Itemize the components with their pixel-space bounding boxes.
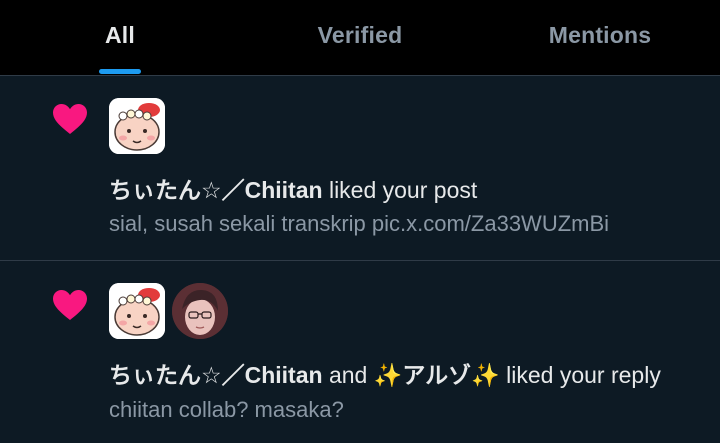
notification-tabs: All Verified Mentions bbox=[0, 0, 720, 76]
avatar-group bbox=[109, 283, 228, 339]
tab-label: Verified bbox=[317, 22, 403, 48]
tab-label: Mentions bbox=[548, 22, 652, 48]
tab-all[interactable]: All bbox=[0, 0, 240, 75]
tab-mentions[interactable]: Mentions bbox=[480, 0, 720, 75]
notification-item[interactable]: ちぃたん☆／Chiitan liked your post sial, susa… bbox=[0, 76, 720, 261]
avatar[interactable] bbox=[109, 283, 165, 339]
chiitan-avatar-image bbox=[109, 283, 165, 339]
avatar-group bbox=[109, 98, 165, 154]
user-name[interactable]: ちぃたん☆／Chiitan bbox=[109, 362, 323, 388]
avatar[interactable] bbox=[172, 283, 228, 339]
active-tab-indicator bbox=[99, 69, 141, 74]
avatar[interactable] bbox=[109, 98, 165, 154]
tab-label: All bbox=[105, 22, 135, 48]
notification-headline: ちぃたん☆／Chiitan and ✨アルゾ✨ liked your reply bbox=[109, 356, 661, 390]
notification-headline: ちぃたん☆／Chiitan liked your post bbox=[109, 171, 477, 205]
aruzo-avatar-image bbox=[172, 283, 228, 339]
user-name[interactable]: ちぃたん☆／Chiitan bbox=[109, 177, 323, 203]
action-text: liked your reply bbox=[499, 362, 661, 388]
reply-snippet[interactable]: chiitan collab? masaka? bbox=[109, 397, 344, 423]
heart-icon bbox=[53, 290, 87, 320]
tab-verified[interactable]: Verified bbox=[240, 0, 480, 75]
connector-text: and bbox=[322, 362, 374, 388]
user-name[interactable]: ✨アルゾ✨ bbox=[374, 362, 500, 388]
chiitan-avatar-image bbox=[109, 98, 165, 154]
action-text: liked your post bbox=[322, 177, 478, 203]
post-snippet[interactable]: sial, susah sekali transkrip pic.x.com/Z… bbox=[109, 211, 609, 237]
notification-item[interactable]: ちぃたん☆／Chiitan and ✨アルゾ✨ liked your reply… bbox=[0, 261, 720, 443]
heart-icon bbox=[53, 104, 87, 134]
